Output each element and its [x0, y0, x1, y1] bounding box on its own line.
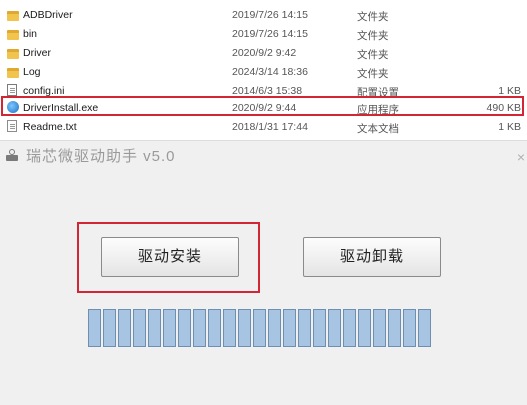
file-row-bin[interactable]: bin 2019/7/26 14:15 文件夹	[0, 25, 527, 44]
file-type: 文件夹	[357, 49, 389, 61]
file-type: 文本文档	[357, 123, 399, 135]
progress-segment	[373, 309, 386, 347]
exe-highlight-box	[1, 96, 524, 116]
progress-segment	[283, 309, 296, 347]
progress-segment	[358, 309, 371, 347]
progress-segment	[148, 309, 161, 347]
file-size: 1 KB	[498, 121, 521, 133]
file-name: bin	[23, 28, 38, 40]
installer-window: 瑞芯微驱动助手 v5.0 × 驱动安装 驱动卸载	[0, 140, 527, 405]
progress-segment	[88, 309, 101, 347]
progress-segment	[193, 309, 206, 347]
folder-icon	[7, 30, 19, 40]
progress-segment	[328, 309, 341, 347]
app-logo-icon	[6, 149, 18, 161]
progress-segment	[403, 309, 416, 347]
file-row-driver[interactable]: Driver 2020/9/2 9:42 文件夹	[0, 44, 527, 63]
file-name: ADBDriver	[23, 9, 73, 21]
progress-segment	[253, 309, 266, 347]
file-name: Readme.txt	[23, 121, 77, 133]
text-file-icon	[7, 120, 17, 132]
file-name: Driver	[23, 47, 51, 59]
progress-segment	[163, 309, 176, 347]
progress-segment	[343, 309, 356, 347]
progress-segment	[268, 309, 281, 347]
file-date: 2020/9/2 9:42	[232, 47, 297, 59]
file-type: 文件夹	[357, 11, 389, 23]
progress-segment	[298, 309, 311, 347]
file-row-readme[interactable]: Readme.txt 2018/1/31 17:44 文本文档 1 KB	[0, 118, 527, 137]
driver-install-button[interactable]: 驱动安装	[101, 237, 239, 277]
progress-segment	[208, 309, 221, 347]
file-date: 2024/3/14 18:36	[232, 66, 308, 78]
progress-segment	[388, 309, 401, 347]
close-icon[interactable]: ×	[517, 149, 525, 165]
progress-segment	[133, 309, 146, 347]
progress-segment	[238, 309, 251, 347]
file-row-adbdriver[interactable]: ADBDriver 2019/7/26 14:15 文件夹	[0, 6, 527, 25]
folder-icon	[7, 11, 19, 21]
file-type: 文件夹	[357, 30, 389, 42]
progress-segment	[223, 309, 236, 347]
folder-icon	[7, 49, 19, 59]
file-list: ADBDriver 2019/7/26 14:15 文件夹 bin 2019/7…	[0, 0, 527, 140]
progress-segment	[418, 309, 431, 347]
file-type: 文件夹	[357, 68, 389, 80]
file-name: Log	[23, 66, 41, 78]
progress-segment	[178, 309, 191, 347]
config-file-icon	[7, 84, 17, 96]
file-date: 2019/7/26 14:15	[232, 28, 308, 40]
progress-segment	[313, 309, 326, 347]
progress-segment	[103, 309, 116, 347]
progress-segment	[118, 309, 131, 347]
file-date: 2019/7/26 14:15	[232, 9, 308, 21]
driver-uninstall-button[interactable]: 驱动卸载	[303, 237, 441, 277]
file-date: 2018/1/31 17:44	[232, 121, 308, 133]
file-row-log[interactable]: Log 2024/3/14 18:36 文件夹	[0, 63, 527, 82]
folder-icon	[7, 68, 19, 78]
window-title: 瑞芯微驱动助手 v5.0	[26, 148, 176, 165]
progress-bar	[88, 309, 458, 347]
